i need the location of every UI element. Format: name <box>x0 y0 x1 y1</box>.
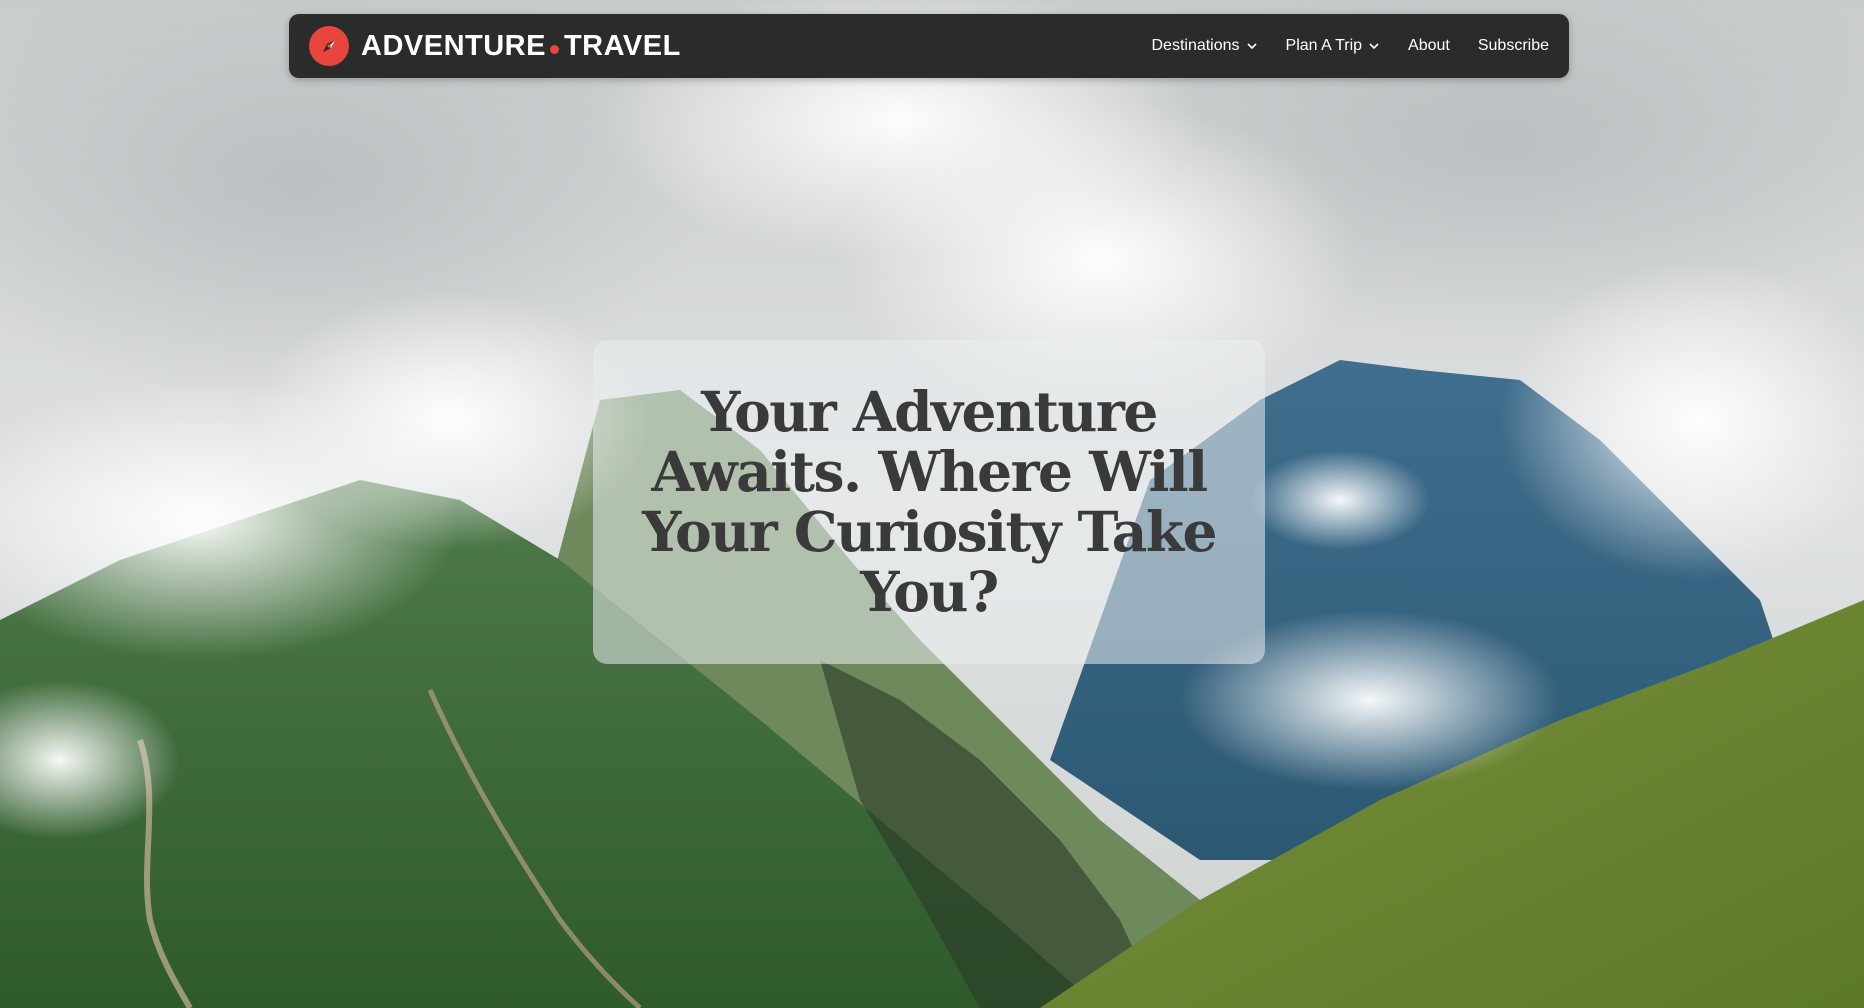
nav-item-destinations[interactable]: Destinations <box>1151 37 1257 55</box>
nav-item-plan-a-trip[interactable]: Plan A Trip <box>1286 37 1381 55</box>
chevron-down-icon <box>1246 43 1257 50</box>
hero-headline-card: Your Adventure Awaits. Where Will Your C… <box>593 340 1265 664</box>
brand-name-part2: TRAVEL <box>563 29 681 62</box>
brand-name: ADVENTURE TRAVEL <box>361 30 681 63</box>
brand-name-part1: ADVENTURE <box>361 29 546 62</box>
nav-item-about[interactable]: About <box>1408 37 1450 55</box>
nav-item-label: Destinations <box>1151 37 1240 54</box>
nav-item-label: About <box>1408 37 1450 54</box>
brand-logo-link[interactable]: ADVENTURE TRAVEL <box>309 26 681 66</box>
page: ADVENTURE TRAVEL Destinations Plan A Tri… <box>0 0 1864 1008</box>
top-navbar: ADVENTURE TRAVEL Destinations Plan A Tri… <box>289 14 1569 78</box>
brand-dot <box>549 44 559 54</box>
nav-item-label: Plan A Trip <box>1285 37 1363 54</box>
hero-headline: Your Adventure Awaits. Where Will Your C… <box>642 379 1217 624</box>
chevron-down-icon <box>1369 43 1379 50</box>
compass-icon <box>309 26 349 66</box>
nav-menu: Destinations Plan A Trip About Subscribe <box>1151 37 1549 55</box>
nav-item-label: Subscribe <box>1477 37 1549 54</box>
nav-item-subscribe[interactable]: Subscribe <box>1478 37 1549 55</box>
